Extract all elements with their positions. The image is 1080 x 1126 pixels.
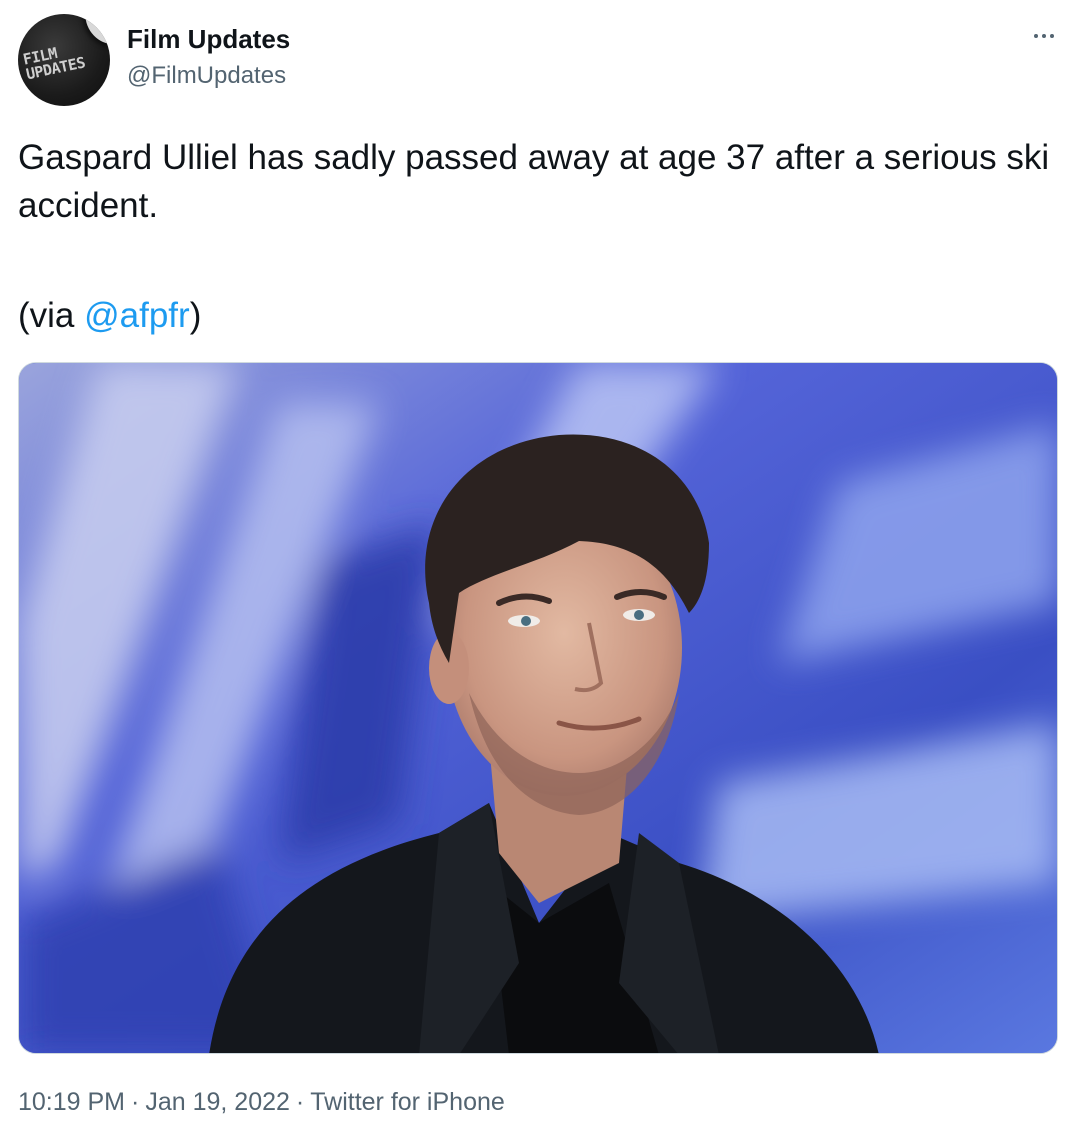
- tweet-time[interactable]: 10:19 PM: [18, 1088, 125, 1116]
- photo-illustration: [19, 363, 1057, 1053]
- footer-separator: ·: [131, 1088, 140, 1116]
- tweet-via-line: (via @afpfr): [18, 292, 201, 340]
- tweet: FILM UPDATES Film Updates @FilmUpdates G…: [0, 0, 1080, 1126]
- avatar[interactable]: FILM UPDATES: [18, 14, 110, 106]
- tweet-footer: 10:19 PM · Jan 19, 2022 · Twitter for iPhone: [18, 1088, 505, 1117]
- author-name[interactable]: Film Updates: [127, 24, 290, 55]
- mention-link[interactable]: @afpfr: [84, 296, 190, 335]
- avatar-logo: FILM UPDATES: [21, 44, 87, 84]
- tweet-text: Gaspard Ulliel has sadly passed away at …: [18, 138, 1050, 225]
- tweet-date[interactable]: Jan 19, 2022: [145, 1088, 290, 1116]
- footer-separator: ·: [295, 1088, 305, 1116]
- tweet-photo[interactable]: [18, 362, 1058, 1054]
- via-suffix: ): [189, 296, 202, 335]
- more-horizontal-icon: [1034, 34, 1054, 38]
- more-options-button[interactable]: [1024, 16, 1064, 56]
- via-prefix: (via: [18, 296, 85, 335]
- tweet-source[interactable]: Twitter for iPhone: [310, 1088, 505, 1116]
- author-handle[interactable]: @FilmUpdates: [127, 62, 286, 90]
